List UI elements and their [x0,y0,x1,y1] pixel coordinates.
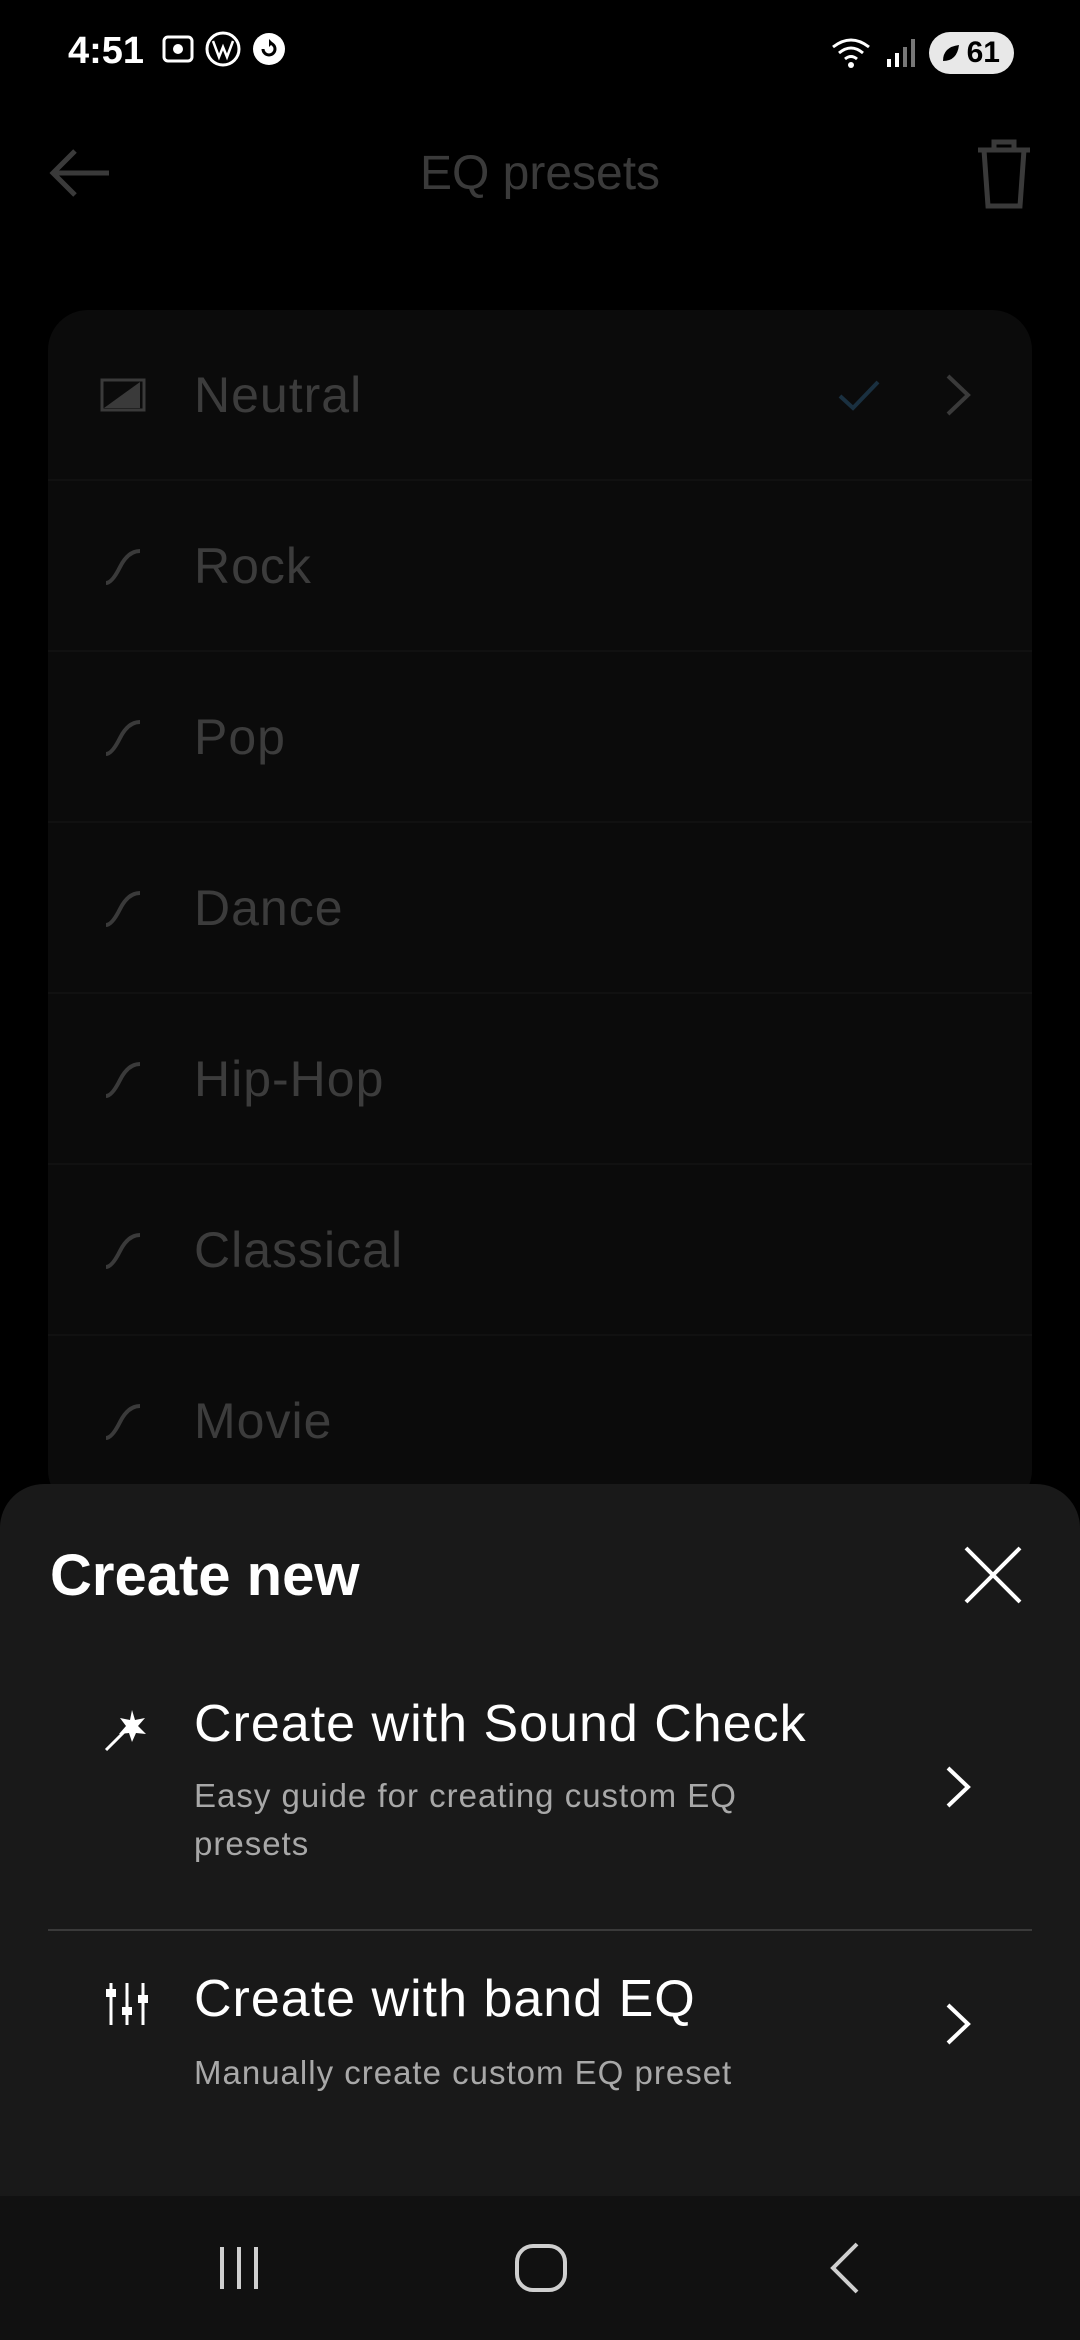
preset-label: Hip-Hop [194,1050,385,1107]
chevron-right-icon [946,374,971,415]
option-title: Create with band EQ [194,1970,696,2028]
preset-row-neutral[interactable]: Neutral [48,310,1032,481]
option-subtitle: Easy guide for creating custom EQ preset… [194,1777,737,1862]
nav-back-icon [830,2242,859,2294]
preset-label: Neutral [194,366,363,423]
signal-icon [886,39,915,67]
create-new-sheet: Create new Create with Sound Check Easy … [0,1484,1080,2196]
home-icon [515,2244,567,2292]
preset-row-hip-hop[interactable]: Hip-Hop [48,994,1032,1165]
magic-wand-icon [104,1710,146,1752]
neutral-eq-icon [100,372,146,418]
preset-label: Classical [194,1221,404,1278]
eq-curve-icon [100,714,146,760]
battery-saver-icon [942,45,959,61]
page-title: EQ presets [419,147,661,200]
preset-row-dance[interactable]: Dance [48,823,1032,994]
option-title: Create with Sound Check [194,1695,807,1753]
home-button[interactable] [496,2232,586,2304]
screen-record-icon [162,35,194,63]
eq-curve-icon [100,885,146,931]
trash-icon [978,139,1030,209]
eq-curve-icon [100,543,146,589]
create-with-sound-check-option[interactable]: Create with Sound Check Easy guide for c… [48,1694,1032,1914]
battery-level: 61 [966,36,1000,69]
preset-list: Neutral Rock Pop Dance Hip-Hop Classical… [48,310,1032,1510]
close-icon [964,1546,1022,1604]
chevron-right-icon [946,1766,971,1808]
page-header: EQ presets [0,110,1080,240]
preset-label: Pop [194,708,286,765]
recents-button[interactable] [194,2232,284,2304]
app-notification-icon [253,33,285,65]
preset-label: Rock [194,537,312,594]
sliders-icon [106,1983,148,2025]
delete-button[interactable] [964,134,1044,214]
chevron-right-icon [946,2003,971,2045]
option-subtitle: Manually create custom EQ preset [194,2054,733,2091]
preset-row-movie[interactable]: Movie [48,1336,1032,1507]
preset-row-classical[interactable]: Classical [48,1165,1032,1336]
navigation-bar [0,2196,1080,2340]
status-time: 4:51 [68,30,145,72]
eq-curve-icon [100,1398,146,1444]
preset-label: Dance [194,879,344,936]
status-icons-right: 61 [829,32,1014,74]
vw-logo-icon [205,31,241,67]
preset-row-rock[interactable]: Rock [48,481,1032,652]
status-bar: 4:51 61 [0,0,1080,110]
preset-row-pop[interactable]: Pop [48,652,1032,823]
eq-curve-icon [100,1056,146,1102]
nav-back-button[interactable] [800,2232,890,2304]
check-icon [838,380,880,411]
sheet-title: Create new [50,1543,360,1608]
recents-icon [220,2247,258,2289]
create-with-band-eq-option[interactable]: Create with band EQ Manually create cust… [48,1929,1032,2091]
preset-label: Movie [194,1392,333,1449]
close-button[interactable] [958,1540,1028,1610]
battery-icon: 61 [928,32,1014,74]
status-icons-left [160,30,288,68]
eq-curve-icon [100,1227,146,1273]
wifi-icon [831,38,870,68]
